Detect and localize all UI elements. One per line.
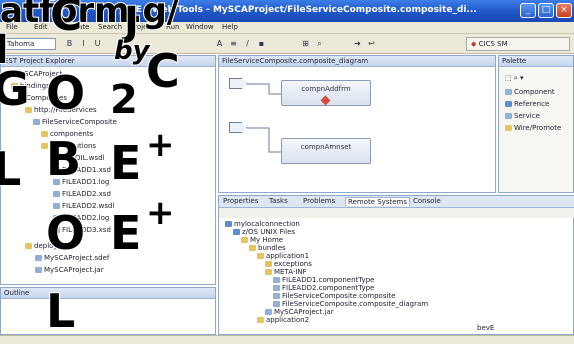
palette-header: Palette <box>499 56 573 67</box>
filesystem-icon <box>233 229 240 235</box>
forward-icon[interactable]: ➜ <box>352 38 363 49</box>
outline-header: Outline <box>1 288 215 299</box>
perspective-icon: ◆ <box>471 40 477 48</box>
component-box[interactable]: compnAmnset <box>281 138 371 164</box>
view-toolbar <box>219 208 574 218</box>
overlay-glyph: L <box>45 284 76 338</box>
tab-tasks[interactable]: Tasks <box>269 197 288 205</box>
overlay-glyph: 2 <box>109 77 139 123</box>
project-explorer-header: EST Project Explorer <box>1 56 215 67</box>
font-combo[interactable]: Tahoma <box>4 38 56 50</box>
text-size-icon[interactable]: A <box>214 38 225 49</box>
overlay-glyph: E <box>109 206 142 260</box>
tree-item[interactable]: z/OS UNIX Files <box>233 228 295 236</box>
tree-item[interactable]: META-INF <box>265 268 307 276</box>
tree-item[interactable]: application2 <box>257 316 309 324</box>
overlay-glyph: C <box>145 44 181 98</box>
tree-item[interactable]: exceptions <box>265 260 312 268</box>
tree-item[interactable]: FILEADD1.componentType <box>273 276 374 284</box>
file-icon <box>273 293 280 299</box>
palette-tools[interactable]: ⬚ ⌕ ▾ <box>505 74 524 83</box>
overlay-glyph: E <box>109 136 142 190</box>
tree-item[interactable]: application1 <box>257 252 309 260</box>
tab-problems[interactable]: Problems <box>303 197 335 205</box>
folder-icon <box>265 269 272 275</box>
file-icon <box>265 309 272 315</box>
zoom-icon[interactable]: ⌕ <box>314 38 325 49</box>
align-icon[interactable]: ≡ <box>228 38 239 49</box>
underline-icon[interactable]: U <box>92 38 103 49</box>
tree-item[interactable]: bundles <box>249 244 286 252</box>
component-box[interactable]: compnAddfrm <box>281 80 371 106</box>
tree-item[interactable]: FileServiceComposite.composite <box>273 292 396 300</box>
file-icon <box>273 277 280 283</box>
wire-lines <box>247 83 281 153</box>
tab-remote-systems[interactable]: Remote Systems <box>345 197 410 206</box>
overlay-plus: + <box>145 125 175 165</box>
tree-item[interactable]: FILEADD2.xsd <box>53 190 111 198</box>
tree-item[interactable]: mylocalconnection <box>225 220 300 228</box>
reference-diamond-icon <box>320 95 331 106</box>
folder-icon <box>257 253 264 259</box>
palette-item-wire[interactable]: Wire/Promote <box>505 124 561 132</box>
maximize-button[interactable]: □ <box>538 3 554 18</box>
menu-window[interactable]: Window <box>186 23 214 31</box>
overlay-glyph: G <box>0 62 31 116</box>
tree-item[interactable]: FileServiceComposite.composite_diagram <box>273 300 428 308</box>
folder-icon <box>265 261 272 267</box>
close-button[interactable]: × <box>556 3 572 18</box>
wire-icon <box>505 125 512 131</box>
file-icon <box>273 301 280 307</box>
main-toolbar: Tahoma B I U A ≡ / ▪ ⊞ ⌕ ➜ ↩ ◆ CICS SM <box>0 34 574 54</box>
palette-item-service[interactable]: Service <box>505 112 540 120</box>
palette: Palette ⬚ ⌕ ▾ Component Reference Servic… <box>498 55 574 193</box>
overlay-plus: + <box>145 193 175 233</box>
tree-item[interactable]: MySCAProject.jar <box>265 308 334 316</box>
fill-color-icon[interactable]: ▪ <box>256 38 267 49</box>
project-explorer: EST Project Explorer MySCAProject bindin… <box>0 55 216 285</box>
file-icon <box>35 267 42 273</box>
component-label: compnAddfrm <box>301 85 351 93</box>
folder-icon <box>241 237 248 243</box>
component-icon <box>505 89 512 95</box>
reference-icon <box>505 101 512 107</box>
arrange-icon[interactable]: ⊞ <box>300 38 311 49</box>
folder-icon <box>249 245 256 251</box>
component-label: compnAmnset <box>300 143 352 151</box>
overlay-text-top: atform.g/ <box>0 0 180 31</box>
back-icon[interactable]: ↩ <box>366 38 377 49</box>
file-icon <box>33 119 40 125</box>
overlay-by: by <box>113 36 151 66</box>
file-icon <box>35 255 42 261</box>
folder-icon <box>25 243 32 249</box>
view-tabs: Properties Tasks Problems Remote Systems… <box>219 196 574 208</box>
view-footer: bevE <box>477 324 495 332</box>
folder-icon <box>257 317 264 323</box>
palette-item-reference[interactable]: Reference <box>505 100 549 108</box>
composite-diagram-editor[interactable]: FileServiceComposite.composite_diagram c… <box>218 55 496 193</box>
perspective-label: CICS SM <box>478 40 508 48</box>
overlay-glyph: O <box>45 206 86 260</box>
service-icon <box>505 113 512 119</box>
line-style-icon[interactable]: / <box>242 38 253 49</box>
file-icon <box>273 285 280 291</box>
palette-item-component[interactable]: Component <box>505 88 555 96</box>
connection-icon <box>225 221 232 227</box>
overlay-glyph: O <box>45 66 86 120</box>
overlay-glyph: C <box>49 0 83 41</box>
minimize-button[interactable]: _ <box>520 3 536 18</box>
status-bar <box>0 335 574 344</box>
bottom-panel: Properties Tasks Problems Remote Systems… <box>218 195 574 335</box>
overlay-glyph: L <box>0 142 22 196</box>
tab-properties[interactable]: Properties <box>223 197 258 205</box>
tree-item[interactable]: MySCAProject.jar <box>35 266 104 274</box>
file-icon <box>53 191 60 197</box>
overlay-glyph: B <box>45 132 82 186</box>
tab-console[interactable]: Console <box>413 197 441 205</box>
tree-item[interactable]: FILEADD2.componentType <box>273 284 374 292</box>
tree-item[interactable]: My Home <box>241 236 283 244</box>
perspective-switcher[interactable]: ◆ CICS SM <box>466 37 570 51</box>
outline-view: Outline <box>0 287 216 335</box>
menu-help[interactable]: Help <box>222 23 238 31</box>
